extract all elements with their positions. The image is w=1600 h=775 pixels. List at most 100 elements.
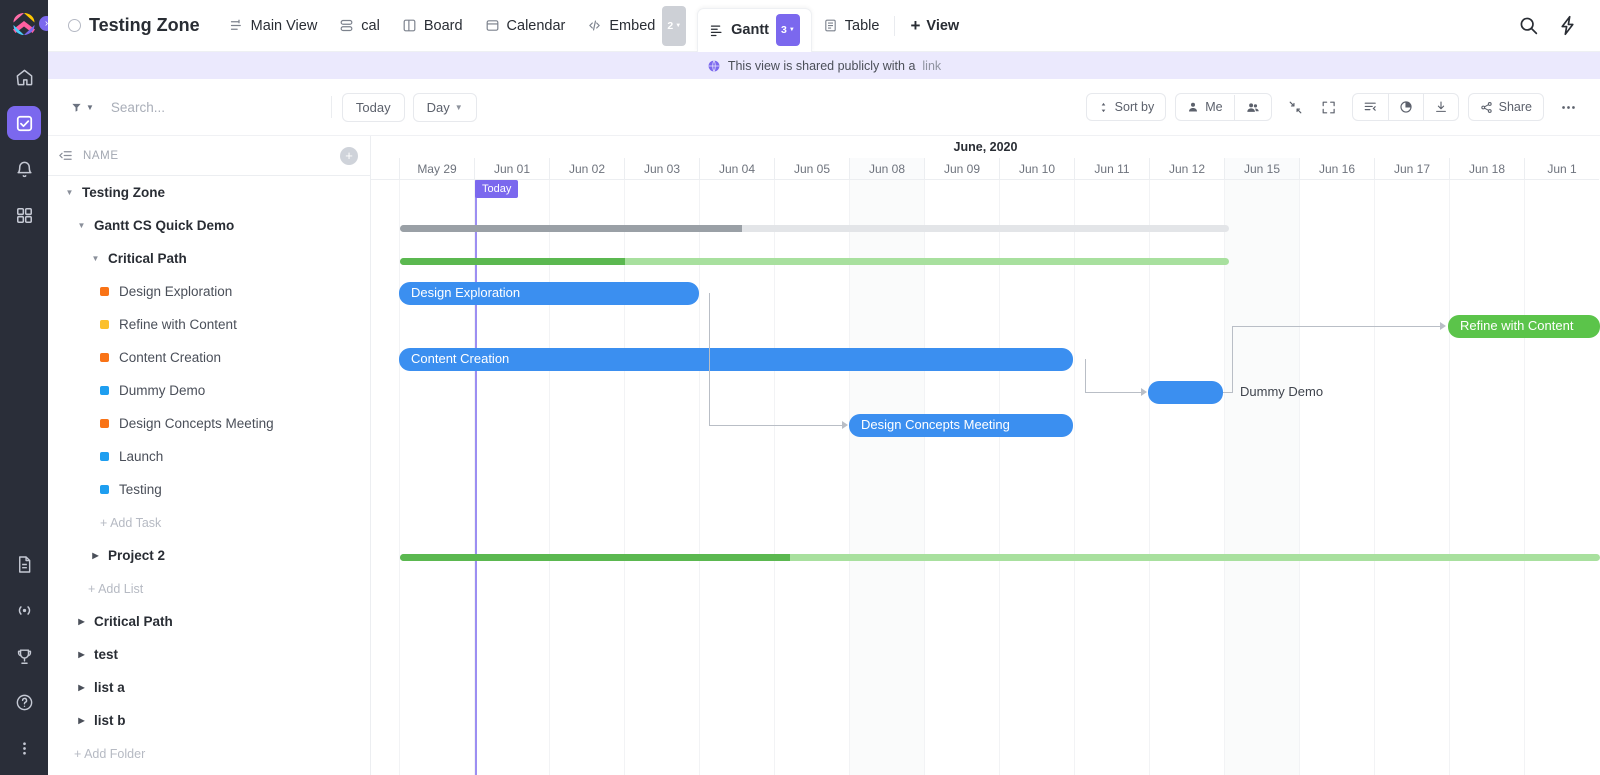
timeline-day-cell: Jun 01 [474, 158, 549, 180]
notifications-bell-icon[interactable] [7, 152, 41, 186]
chevron-right-icon[interactable]: ▶ [74, 713, 89, 728]
gantt-task-bar[interactable] [1148, 381, 1223, 404]
assignees-icon[interactable] [1234, 95, 1271, 120]
task-list-item[interactable]: Testing [48, 473, 370, 506]
task-list-item[interactable]: Design Exploration [48, 275, 370, 308]
item-label: Testing [119, 482, 162, 497]
zoom-level-select[interactable]: Day ▼ [413, 93, 477, 122]
timeline-gridline [399, 180, 400, 775]
weekend-column-shade [849, 180, 924, 775]
task-status-color-swatch [100, 386, 109, 395]
banner-link[interactable]: link [922, 59, 941, 73]
list-group-item[interactable]: ▶Critical Path [48, 605, 370, 638]
add-column-icon[interactable]: + [340, 147, 358, 165]
timeline-month-label: June, 2020 [371, 136, 1600, 158]
timeline-gridline [624, 180, 625, 775]
dashboards-grid-icon[interactable] [7, 198, 41, 232]
collapse-arrows-icon[interactable] [1281, 94, 1310, 121]
workspace-title[interactable]: Testing Zone [68, 15, 200, 36]
timeline-gridline [549, 180, 550, 775]
sort-by-button[interactable]: Sort by [1087, 94, 1166, 120]
progress-pie-icon[interactable] [1388, 94, 1423, 120]
search-icon[interactable] [1518, 15, 1539, 36]
gantt-task-bar[interactable] [849, 414, 1073, 437]
task-list-item[interactable]: Design Concepts Meeting [48, 407, 370, 440]
more-options-icon[interactable] [7, 731, 41, 765]
filter-settings-icon[interactable] [1353, 94, 1388, 120]
item-label: Design Exploration [119, 284, 232, 299]
timeline-gridline [999, 180, 1000, 775]
filter-me-label: Me [1205, 100, 1222, 114]
tab-calendar[interactable]: Calendar [474, 0, 577, 52]
list-group-item[interactable]: ▶Project 2 [48, 539, 370, 572]
chevron-right-icon[interactable]: ▶ [74, 647, 89, 662]
tasks-icon[interactable] [7, 106, 41, 140]
dependency-line [1085, 392, 1142, 393]
chevron-right-icon[interactable]: ▶ [74, 614, 89, 629]
dependency-line [709, 425, 843, 426]
share-button[interactable]: Share [1469, 94, 1543, 120]
task-list-item[interactable]: Launch [48, 440, 370, 473]
dependency-line [1085, 359, 1086, 392]
gantt-summary-progress [400, 225, 742, 232]
gantt-task-bar[interactable] [399, 282, 699, 305]
tab-label: Table [845, 7, 880, 45]
list-group-item[interactable]: ▼Critical Path [48, 242, 370, 275]
add-item-label: + Add Folder [74, 747, 145, 761]
filter-me-button[interactable]: Me [1176, 94, 1233, 120]
add-item-button[interactable]: + Add Task [48, 506, 370, 539]
tab-board[interactable]: Board [391, 0, 474, 52]
timeline-day-cell: Jun 12 [1149, 158, 1224, 180]
embed-code-icon [587, 18, 602, 33]
expand-arrows-icon[interactable] [1314, 94, 1343, 121]
list-group-item[interactable]: ▶list a [48, 671, 370, 704]
tab-table[interactable]: Table [812, 0, 891, 52]
list-group-item[interactable]: ▶test [48, 638, 370, 671]
item-label: Dummy Demo [119, 383, 205, 398]
search-input[interactable]: Search... [111, 100, 321, 115]
tab-badge[interactable]: 3▼ [776, 14, 800, 46]
task-list-item[interactable]: Dummy Demo [48, 374, 370, 407]
today-button[interactable]: Today [342, 93, 405, 122]
tab-embed[interactable]: Embed2▼ [576, 0, 697, 52]
timeline-day-cell: Jun 11 [1074, 158, 1149, 180]
chevron-right-icon[interactable]: ▶ [74, 680, 89, 695]
broadcast-icon[interactable] [7, 593, 41, 627]
board-icon [402, 18, 417, 33]
gantt-task-bar[interactable] [1448, 315, 1600, 338]
chevron-down-icon[interactable]: ▼ [88, 251, 103, 266]
tab-badge[interactable]: 2▼ [662, 6, 686, 46]
add-item-label: + Add Task [100, 516, 161, 530]
goals-trophy-icon[interactable] [7, 639, 41, 673]
timeline-gridline [1299, 180, 1300, 775]
add-item-button[interactable]: + Add List [48, 572, 370, 605]
add-view-button[interactable]: + View [899, 11, 970, 41]
add-item-button[interactable]: + Add Folder [48, 737, 370, 770]
chevron-down-icon[interactable]: ▼ [62, 185, 77, 200]
lightning-bolt-icon[interactable] [1557, 15, 1578, 36]
list-column-header: NAME + [48, 136, 370, 176]
chevron-right-icon[interactable]: ▶ [88, 548, 103, 563]
item-label: Gantt CS Quick Demo [94, 218, 234, 233]
collapse-panel-icon[interactable] [58, 148, 73, 163]
help-icon[interactable] [7, 685, 41, 719]
list-group-item[interactable]: ▼ Gantt CS Quick Demo [48, 209, 370, 242]
list-group-item[interactable]: ▶list b [48, 704, 370, 737]
tab-main-view[interactable]: Main View [218, 0, 329, 52]
more-ellipsis-icon[interactable] [1553, 93, 1584, 122]
chevron-down-icon[interactable]: ▼ [74, 218, 89, 233]
download-icon[interactable] [1423, 94, 1458, 120]
task-list-item[interactable]: Refine with Content [48, 308, 370, 341]
clickup-logo[interactable]: › [0, 0, 48, 48]
filter-button[interactable]: ▼ [62, 97, 103, 118]
docs-icon[interactable] [7, 547, 41, 581]
timeline-day-cell: Jun 04 [699, 158, 774, 180]
task-list-item[interactable]: Content Creation [48, 341, 370, 374]
top-right-actions [1518, 15, 1600, 36]
dependency-arrow [1141, 388, 1147, 396]
gantt-task-bar[interactable] [399, 348, 1073, 371]
tab-gantt[interactable]: Gantt3▼ [697, 8, 812, 52]
home-icon[interactable] [7, 60, 41, 94]
tab-cal[interactable]: cal [328, 0, 391, 52]
list-group-item[interactable]: ▼Testing Zone [48, 176, 370, 209]
